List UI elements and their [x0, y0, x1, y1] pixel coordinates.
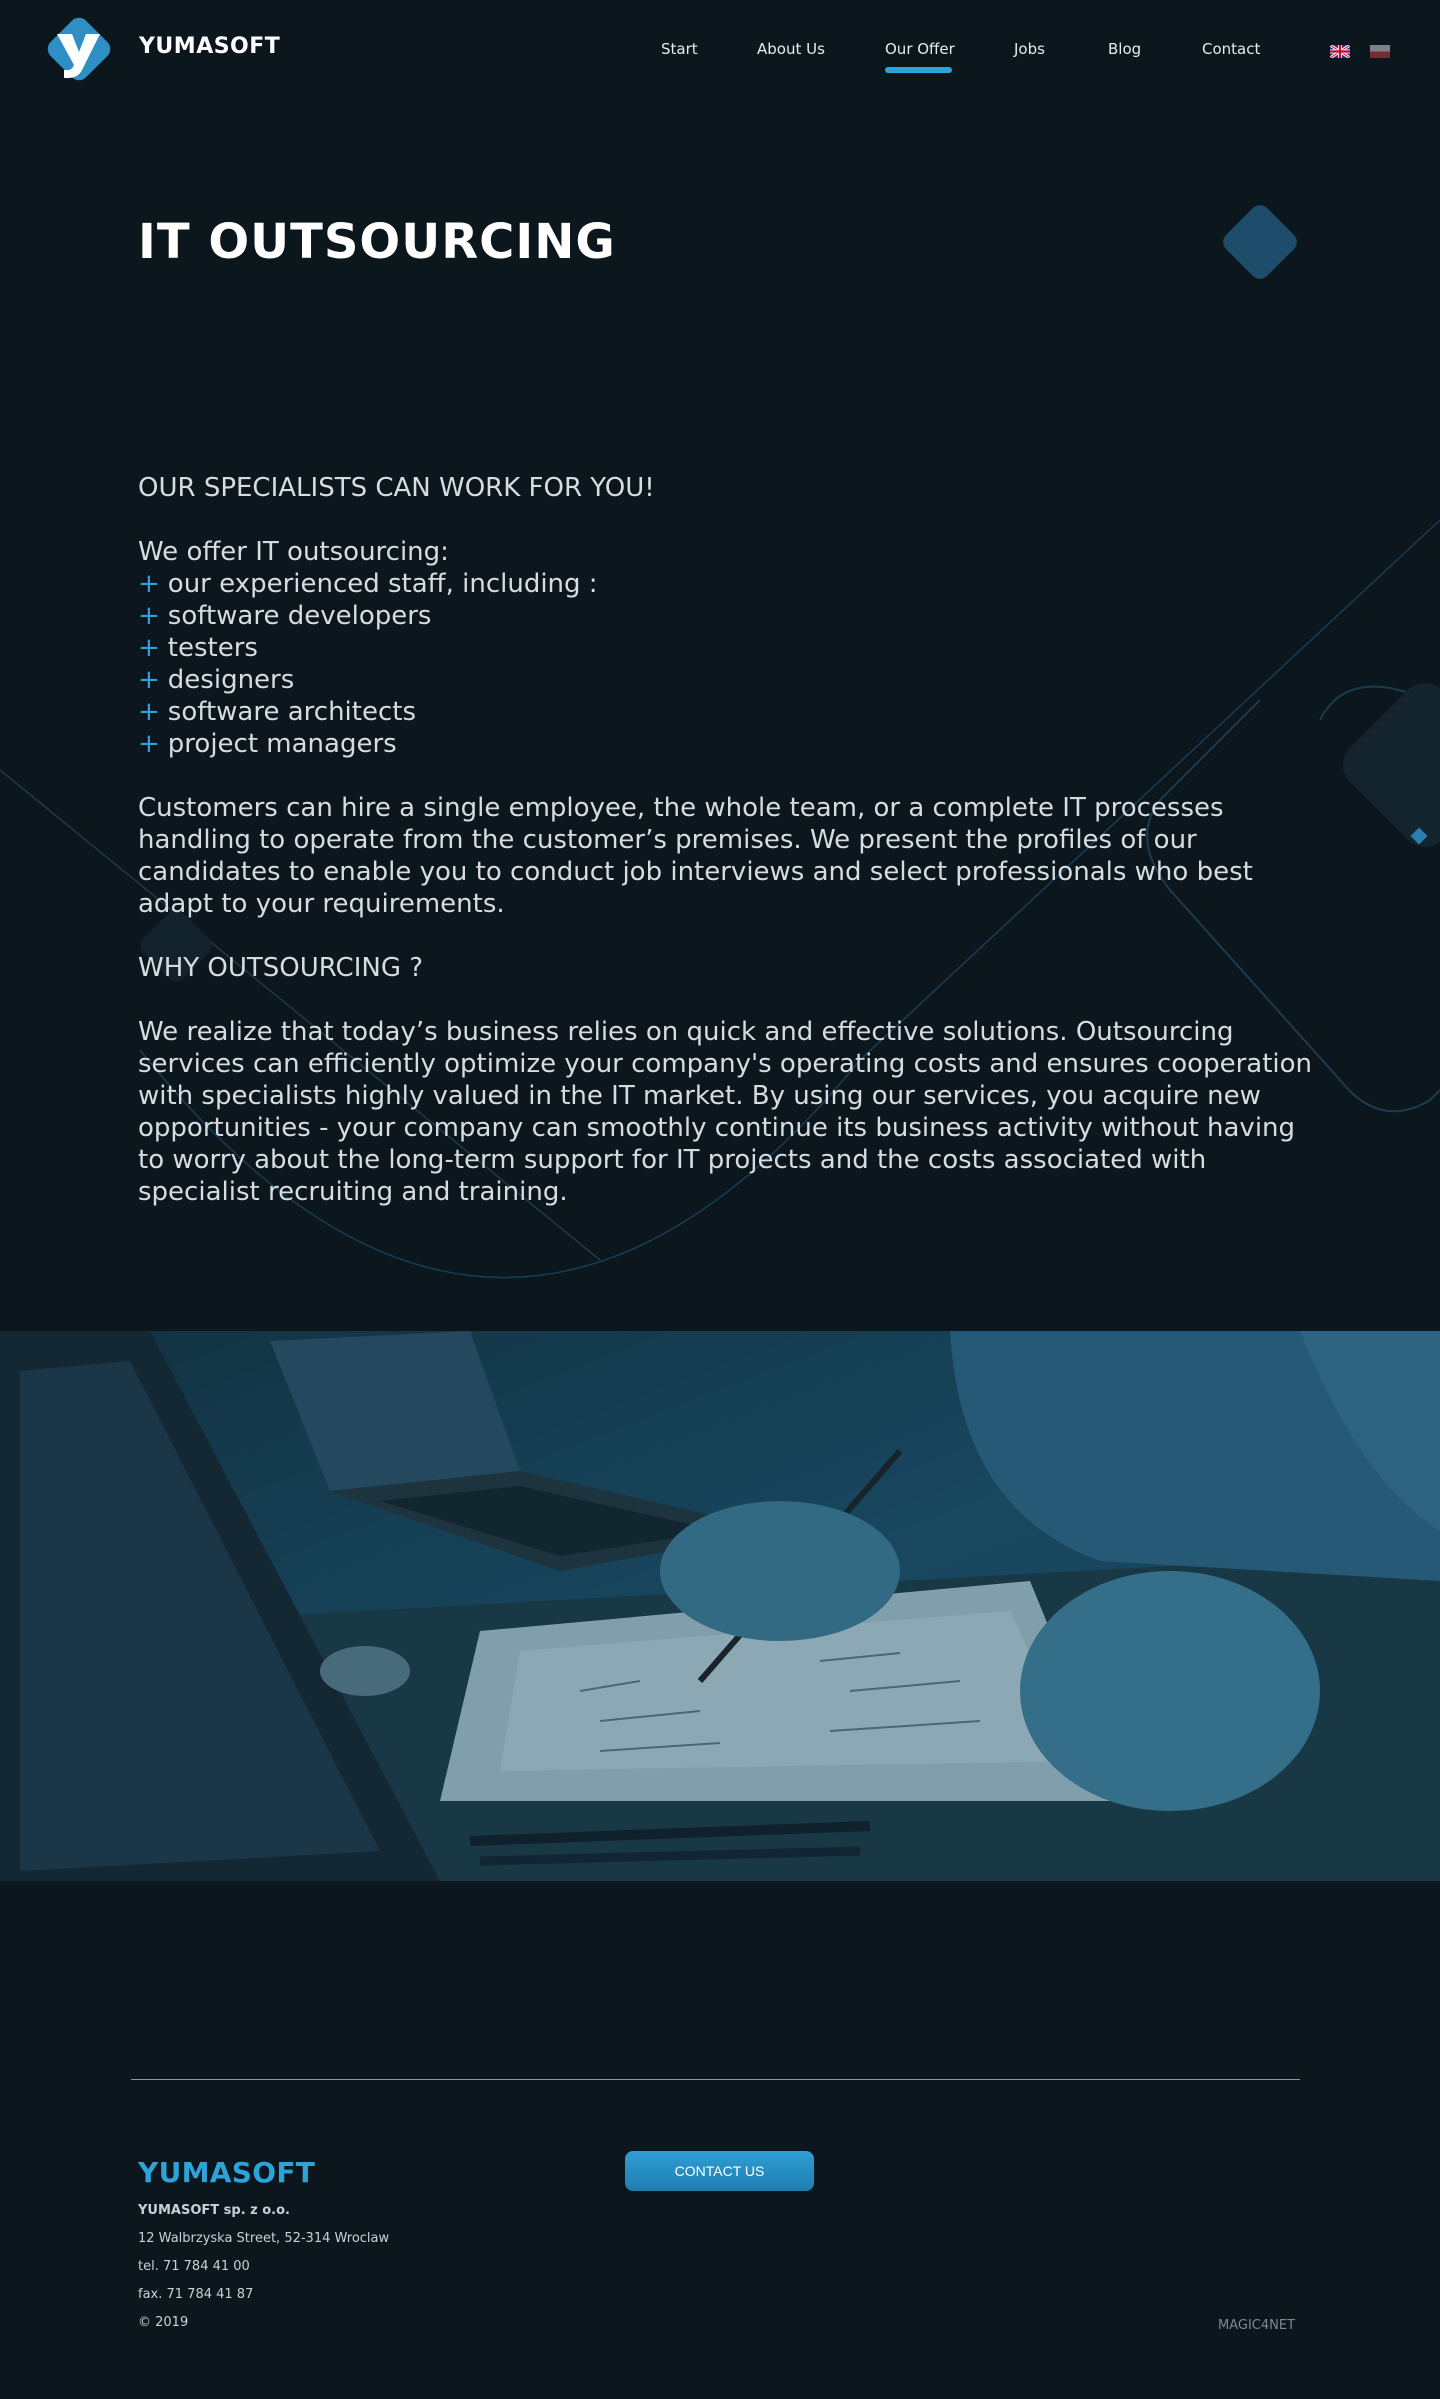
paragraph-line: services can efficiently optimize your c… — [138, 1049, 1312, 1079]
plus-icon: + — [138, 665, 160, 695]
list-item: + project managers — [138, 729, 397, 759]
nav-jobs[interactable]: Jobs — [1014, 40, 1045, 58]
nav-start[interactable]: Start — [661, 40, 698, 58]
nav-our-offer[interactable]: Our Offer — [885, 40, 955, 58]
plus-icon: + — [138, 697, 160, 727]
list-item: + software architects — [138, 697, 416, 727]
company-address: 12 Walbrzyska Street, 52-314 Wroclaw — [138, 2231, 390, 2246]
site-header: YUMASOFT Start About Us Our Offer Jobs B… — [0, 0, 1440, 100]
company-name: YUMASOFT sp. z o.o. — [138, 2203, 290, 2218]
intro-text: We offer IT outsourcing: — [138, 537, 449, 567]
paragraph-line: to worry about the long-term support for… — [138, 1145, 1207, 1175]
hero-diamond-decoration — [1218, 200, 1302, 284]
paragraph-line: opportunities - your company can smoothl… — [138, 1113, 1296, 1143]
list-item: + software developers — [138, 601, 432, 631]
paragraph-line: with specialists highly valued in the IT… — [138, 1081, 1261, 1111]
agency-credit-link[interactable]: MAGIC4NET — [1218, 2318, 1295, 2333]
page: YUMASOFT Start About Us Our Offer Jobs B… — [0, 0, 1440, 2399]
list-item: + designers — [138, 665, 295, 695]
footer-brand: YUMASOFT — [138, 2156, 316, 2189]
paragraph-line: candidates to enable you to conduct job … — [138, 857, 1253, 887]
main-nav: Start About Us Our Offer Jobs Blog Conta… — [0, 40, 1440, 80]
plus-icon: + — [138, 569, 160, 599]
paragraph-line: Customers can hire a single employee, th… — [138, 793, 1224, 823]
paragraph-line: handling to operate from the customer’s … — [138, 825, 1197, 855]
nav-about-us[interactable]: About Us — [757, 40, 825, 58]
office-photo — [0, 1331, 1440, 1881]
polish-flag-icon[interactable] — [1370, 45, 1390, 58]
copyright: © 2019 — [138, 2315, 189, 2330]
uk-flag-icon[interactable] — [1330, 45, 1350, 58]
nav-contact[interactable]: Contact — [1202, 40, 1260, 58]
plus-icon: + — [138, 633, 160, 663]
paragraph-line: We realize that today’s business relies … — [138, 1017, 1234, 1047]
section-heading-specialists: OUR SPECIALISTS CAN WORK FOR YOU! — [138, 473, 655, 503]
nav-blog[interactable]: Blog — [1108, 40, 1141, 58]
page-title: IT OUTSOURCING — [138, 214, 616, 270]
list-item: + our experienced staff, including : — [138, 569, 598, 599]
footer-divider — [131, 2079, 1300, 2080]
active-nav-indicator — [885, 67, 952, 73]
paragraph-line: adapt to your requirements. — [138, 889, 505, 919]
company-phone[interactable]: tel. 71 784 41 00 — [138, 2259, 250, 2274]
list-item: + testers — [138, 633, 258, 663]
section-heading-why: WHY OUTSOURCING ? — [138, 953, 424, 983]
plus-icon: + — [138, 601, 160, 631]
plus-icon: + — [138, 729, 160, 759]
contact-us-button[interactable]: CONTACT US — [625, 2151, 814, 2191]
paragraph-line: specialist recruiting and training. — [138, 1177, 568, 1207]
company-fax: fax. 71 784 41 87 — [138, 2287, 254, 2302]
